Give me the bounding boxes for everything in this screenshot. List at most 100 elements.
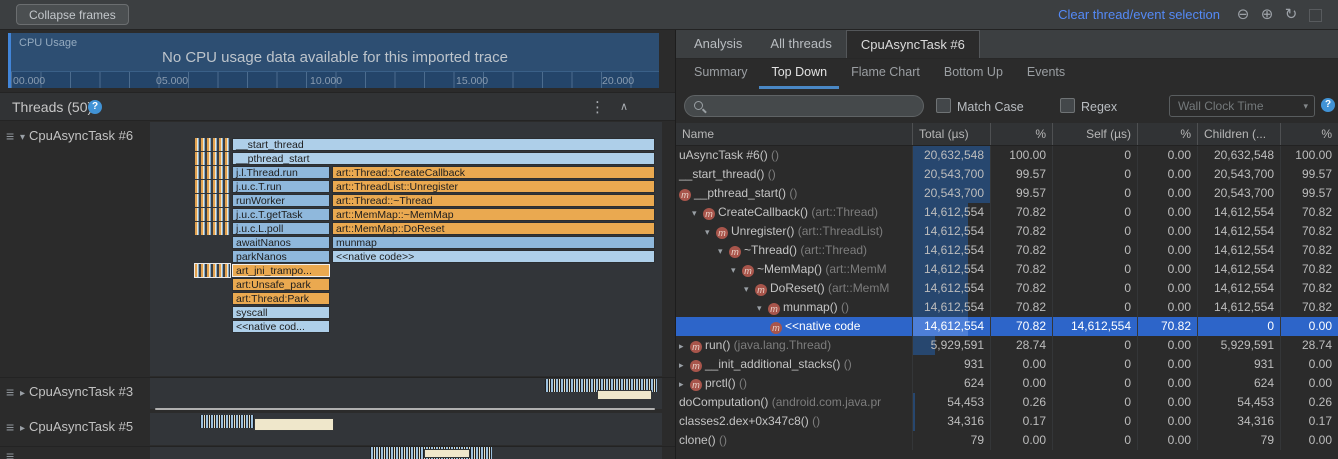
thread-row-label[interactable]: ▸CpuAsyncTask #5 <box>20 419 133 434</box>
table-row[interactable]: clone() ()790.0000.00790.00 <box>676 431 1338 450</box>
subtab-flame-chart[interactable]: Flame Chart <box>839 59 932 89</box>
activity-stripes[interactable] <box>195 208 230 221</box>
activity-stripes[interactable] <box>195 222 230 235</box>
help-icon[interactable]: ? <box>88 100 102 114</box>
table-row[interactable]: ▾mUnregister() (art::ThreadList)14,612,5… <box>676 222 1338 241</box>
table-row[interactable]: ▸m__init_additional_stacks() ()9310.0000… <box>676 355 1338 374</box>
flame-bar[interactable]: __start_thread <box>232 138 655 151</box>
flame-bar[interactable]: parkNanos <box>232 250 330 263</box>
flame-bar[interactable]: art::ThreadList::Unregister <box>332 180 655 193</box>
flame-bar[interactable]: syscall <box>232 306 330 319</box>
frame-selection-icon[interactable] <box>1309 9 1322 22</box>
table-row[interactable]: ▾m~MemMap() (art::MemM14,612,55470.8200.… <box>676 260 1338 279</box>
tab-all-threads[interactable]: All threads <box>756 30 845 58</box>
chevron-down-icon[interactable]: ▾ <box>744 280 755 298</box>
activity-stripes[interactable] <box>195 138 230 151</box>
chevron-right-icon[interactable]: ▸ <box>20 388 25 399</box>
clock-mode-dropdown[interactable]: Wall Clock Time ▾ <box>1169 95 1315 117</box>
tab-analysis[interactable]: Analysis <box>680 30 756 58</box>
chevron-right-icon[interactable]: ▸ <box>20 423 25 434</box>
thread-menu-icon[interactable]: ≡ <box>6 385 14 399</box>
activity-stripes[interactable] <box>195 152 230 165</box>
chevron-right-icon[interactable]: ▸ <box>679 356 690 374</box>
flame-bar[interactable]: art:Thread:Park <box>232 292 330 305</box>
table-row[interactable]: ▸mrun() (java.lang.Thread)5,929,59128.74… <box>676 336 1338 355</box>
search-input[interactable] <box>711 97 920 117</box>
cell-self: 0 <box>1053 298 1138 317</box>
table-row[interactable]: classes2.dex+0x347c8() ()34,3160.1700.00… <box>676 412 1338 431</box>
activity-stripes[interactable] <box>195 180 230 193</box>
thread-row-label[interactable]: ▸CpuAsyncTask #3 <box>20 384 133 399</box>
match-case-checkbox[interactable]: Match Case <box>936 98 1024 114</box>
regex-checkbox[interactable]: Regex <box>1060 98 1117 114</box>
flame-bar[interactable]: art::MemMap::~MemMap <box>332 208 655 221</box>
subtab-summary[interactable]: Summary <box>682 59 759 89</box>
thread-menu-icon[interactable]: ≡ <box>6 129 14 143</box>
table-row[interactable]: ▸mprctl() ()6240.0000.006240.00 <box>676 374 1338 393</box>
activity-stripes[interactable] <box>195 264 230 277</box>
flame-bar[interactable]: art:Unsafe_park <box>232 278 330 291</box>
flame-bar[interactable]: runWorker <box>232 194 330 207</box>
column-header[interactable]: Children (... <box>1198 123 1281 145</box>
cell-children-pct: 99.57 <box>1281 165 1338 184</box>
thread-row-label[interactable]: ▾CpuAsyncTask #6 <box>20 128 133 143</box>
chevron-right-icon[interactable]: ▸ <box>679 337 690 355</box>
flame-bar[interactable]: munmap <box>332 236 655 249</box>
table-row[interactable]: ▾mDoReset() (art::MemM14,612,55470.8200.… <box>676 279 1338 298</box>
column-header[interactable]: Self (µs) <box>1053 123 1138 145</box>
thread-menu-icon[interactable]: ≡ <box>6 420 14 434</box>
zoom-in-icon[interactable]: ⊕ <box>1258 6 1276 24</box>
flame-bar[interactable]: art::Thread::CreateCallback <box>332 166 655 179</box>
tab-cpuasynctask-6[interactable]: CpuAsyncTask #6 <box>846 30 980 58</box>
reset-zoom-icon[interactable]: ↻ <box>1282 6 1300 24</box>
chevron-down-icon[interactable]: ▾ <box>705 223 716 241</box>
chevron-down-icon[interactable]: ▾ <box>731 261 742 279</box>
flame-bar[interactable]: j.l.Thread.run <box>232 166 330 179</box>
table-row[interactable]: doComputation() (android.com.java.pr54,4… <box>676 393 1338 412</box>
activity-stripes[interactable] <box>195 194 230 207</box>
subtab-bottom-up[interactable]: Bottom Up <box>932 59 1015 89</box>
column-header[interactable]: % <box>1281 123 1338 145</box>
chevron-down-icon[interactable]: ▾ <box>20 132 25 143</box>
zoom-out-icon[interactable]: ⊖ <box>1234 6 1252 24</box>
flame-bar[interactable]: <<native cod... <box>232 320 330 333</box>
thread-activity[interactable] <box>200 415 254 428</box>
flame-bar[interactable]: j.u.c.T.run <box>232 180 330 193</box>
flame-bar[interactable]: j.u.c.T.getTask <box>232 208 330 221</box>
column-header[interactable]: Total (µs) <box>913 123 991 145</box>
table-row[interactable]: ▾mCreateCallback() (art::Thread)14,612,5… <box>676 203 1338 222</box>
clear-selection-link[interactable]: Clear thread/event selection <box>1058 7 1220 22</box>
table-row[interactable]: uAsyncTask #6() ()20,632,548100.0000.002… <box>676 146 1338 165</box>
flame-bar[interactable]: art::Thread::~Thread <box>332 194 655 207</box>
chevron-down-icon[interactable]: ▾ <box>757 299 768 317</box>
table-row[interactable]: m__pthread_start() ()20,543,70099.5700.0… <box>676 184 1338 203</box>
chevron-right-icon[interactable]: ▸ <box>679 375 690 393</box>
chevron-down-icon[interactable]: ▾ <box>718 242 729 260</box>
kebab-menu-icon[interactable]: ⋮ <box>590 98 605 116</box>
flame-bar[interactable]: j.u.c.L.poll <box>232 222 330 235</box>
thread-activity-block[interactable] <box>254 418 334 431</box>
column-header[interactable]: % <box>1138 123 1198 145</box>
thread-activity-block[interactable] <box>597 390 652 400</box>
flame-bar[interactable]: awaitNanos <box>232 236 330 249</box>
activity-stripes[interactable] <box>195 166 230 179</box>
collapse-frames-button[interactable]: Collapse frames <box>16 4 129 25</box>
column-header[interactable]: % <box>991 123 1053 145</box>
flame-bar[interactable]: __pthread_start <box>232 152 655 165</box>
flame-bar[interactable]: art::MemMap::DoReset <box>332 222 655 235</box>
collapse-panel-icon[interactable]: ∧ <box>620 100 628 113</box>
table-row[interactable]: ▾mmunmap() ()14,612,55470.8200.0014,612,… <box>676 298 1338 317</box>
subtab-top-down[interactable]: Top Down <box>759 59 839 89</box>
subtab-events[interactable]: Events <box>1015 59 1077 89</box>
thread-menu-icon[interactable]: ≡ <box>6 449 14 459</box>
table-row[interactable]: __start_thread() ()20,543,70099.5700.002… <box>676 165 1338 184</box>
table-row[interactable]: m<<native code14,612,55470.8214,612,5547… <box>676 317 1338 336</box>
help-icon[interactable]: ? <box>1321 98 1335 112</box>
column-header[interactable]: Name <box>676 123 913 145</box>
flame-bar[interactable]: <<native code>> <box>332 250 655 263</box>
horizontal-scrollbar-thumb[interactable] <box>155 408 655 410</box>
table-row[interactable]: ▾m~Thread() (art::Thread)14,612,55470.82… <box>676 241 1338 260</box>
thread-activity-block[interactable] <box>424 449 470 458</box>
flame-bar[interactable]: art_jni_trampo... <box>232 264 330 277</box>
chevron-down-icon[interactable]: ▾ <box>692 204 703 222</box>
